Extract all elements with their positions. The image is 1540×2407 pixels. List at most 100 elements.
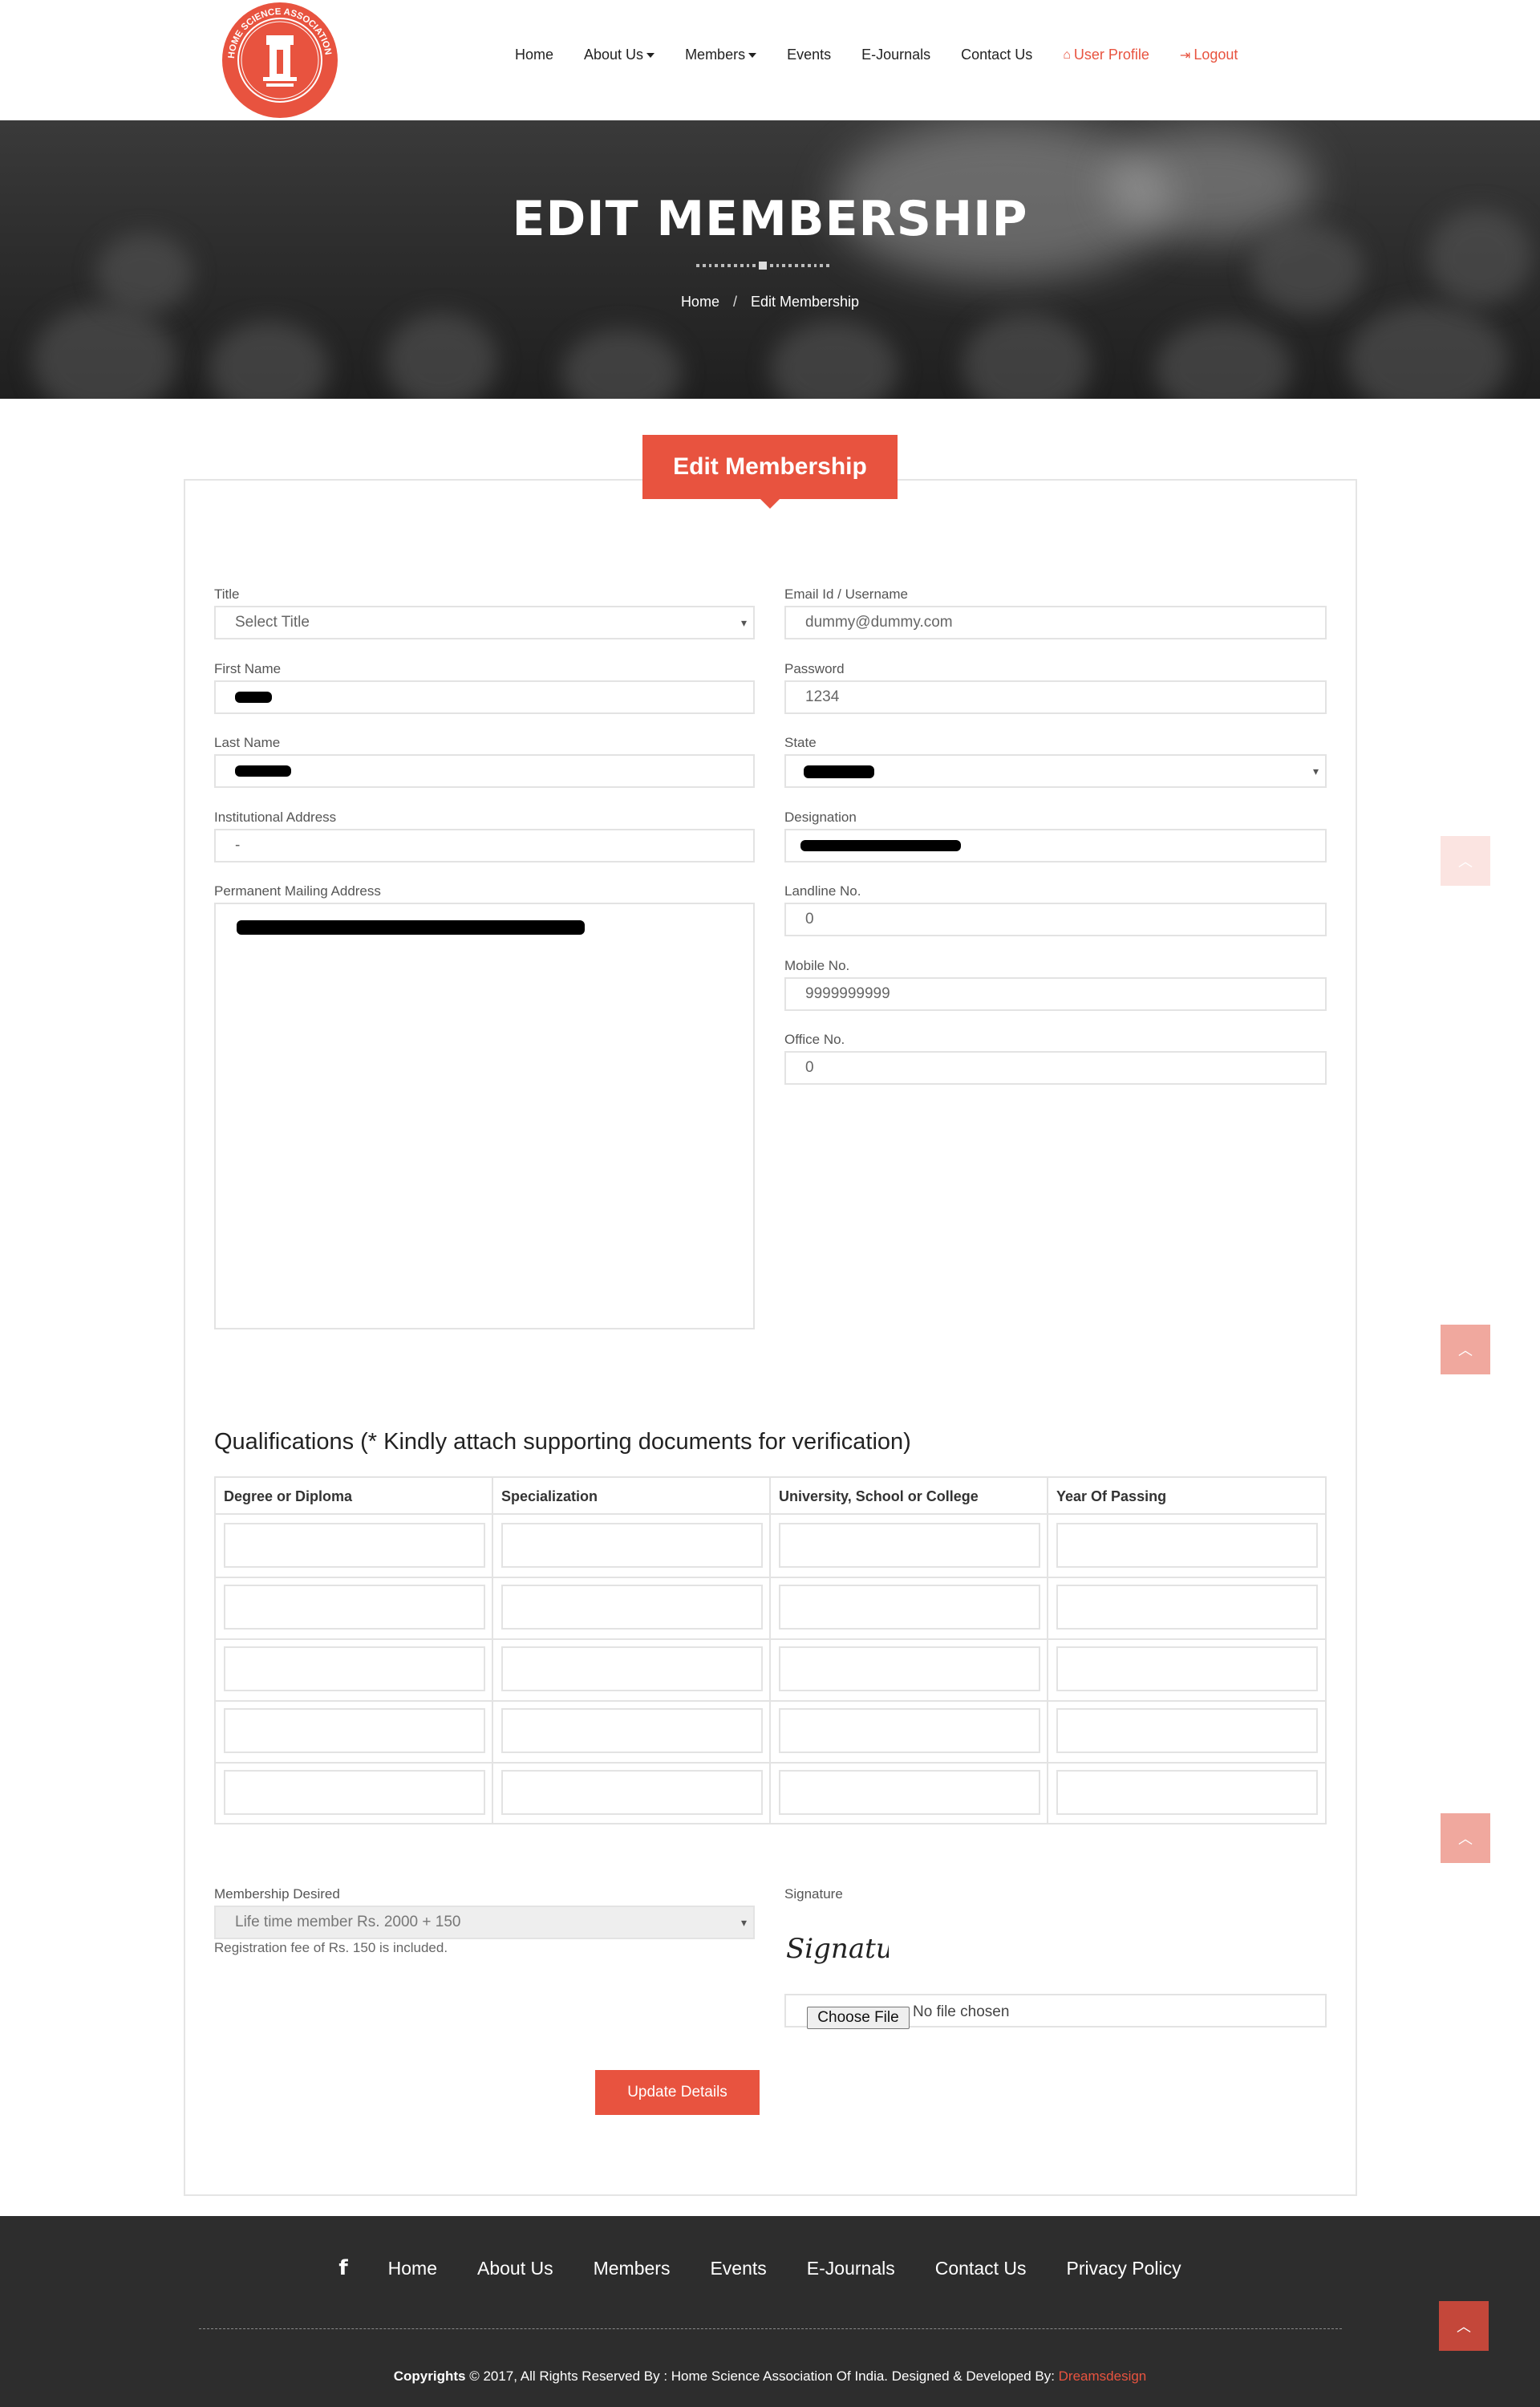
scroll-top-button[interactable]: ︿: [1441, 1813, 1490, 1863]
nav-contact[interactable]: Contact Us: [961, 47, 1032, 63]
qualification-input[interactable]: [224, 1646, 485, 1691]
redacted-value: [800, 840, 961, 851]
qualification-input[interactable]: [779, 1708, 1040, 1753]
site-logo[interactable]: HOME SCIENCE ASSOCIATION OF INDIA: [220, 0, 340, 120]
mobile-label: Mobile No.: [784, 958, 850, 973]
qualification-input[interactable]: [1056, 1708, 1318, 1753]
no-file-text: No file chosen: [913, 2003, 1010, 2020]
breadcrumb: Home / Edit Membership: [0, 294, 1540, 311]
svg-text:Signature: Signature: [786, 1933, 889, 1965]
qualification-input[interactable]: [779, 1585, 1040, 1630]
footer-link-events[interactable]: Events: [710, 2258, 766, 2279]
institutional-address-field[interactable]: -: [214, 829, 755, 863]
qualification-input[interactable]: [1056, 1646, 1318, 1691]
nav-ejournals[interactable]: E-Journals: [861, 47, 930, 63]
copyright-text: Copyrights © 2017, All Rights Reserved B…: [0, 2368, 1540, 2385]
home-icon: ⌂: [1063, 47, 1071, 62]
title-select[interactable]: Select Title: [214, 606, 755, 639]
title-label: Title: [214, 587, 240, 602]
qualifications-table: Degree or Diploma Specialization Univers…: [214, 1476, 1327, 1825]
first-name-label: First Name: [214, 661, 282, 676]
qualification-input[interactable]: [224, 1770, 485, 1815]
caret-down-icon: [646, 52, 655, 58]
designation-label: Designation: [784, 810, 857, 825]
choose-file-button[interactable]: Choose File: [807, 2007, 910, 2029]
qualification-input[interactable]: [1056, 1523, 1318, 1568]
scroll-top-button[interactable]: ︿: [1439, 2301, 1489, 2351]
qualification-input[interactable]: [501, 1646, 763, 1691]
nav-home[interactable]: Home: [515, 47, 553, 63]
mobile-field[interactable]: 9999999999: [784, 977, 1327, 1011]
caret-down-icon: [748, 52, 757, 58]
qualification-input[interactable]: [501, 1708, 763, 1753]
footer-link-home[interactable]: Home: [388, 2258, 437, 2279]
title-divider: [695, 262, 831, 270]
site-header: HOME SCIENCE ASSOCIATION OF INDIA Home A…: [0, 0, 1540, 120]
qualification-input[interactable]: [501, 1523, 763, 1568]
breadcrumb-separator: /: [732, 294, 737, 310]
institutional-address-label: Institutional Address: [214, 810, 337, 825]
hero-banner: EDIT MEMBERSHIP Home / Edit Membership: [0, 120, 1540, 399]
breadcrumb-current: Edit Membership: [751, 294, 860, 310]
page-title: EDIT MEMBERSHIP: [512, 191, 1028, 247]
nav-members[interactable]: Members: [685, 47, 757, 63]
qualification-input[interactable]: [1056, 1585, 1318, 1630]
membership-select[interactable]: Life time member Rs. 2000 + 150: [214, 1906, 755, 1939]
main-nav: Home About Us Members Events E-Journals …: [515, 47, 1268, 63]
qualification-input[interactable]: [501, 1770, 763, 1815]
nav-user-profile[interactable]: ⌂ User Profile: [1063, 47, 1149, 63]
redacted-value: [804, 765, 874, 778]
landline-label: Landline No.: [784, 883, 861, 899]
scroll-top-button[interactable]: ︿: [1441, 836, 1490, 886]
footer-link-privacy[interactable]: Privacy Policy: [1067, 2258, 1181, 2279]
last-name-field[interactable]: [214, 754, 755, 788]
signature-file-input[interactable]: Choose File No file chosen: [784, 1994, 1327, 2029]
copyright-body: © 2017, All Rights Reserved By : Home Sc…: [465, 2368, 1059, 2384]
landline-field[interactable]: 0: [784, 903, 1327, 936]
qualification-input[interactable]: [501, 1585, 763, 1630]
last-name-label: Last Name: [214, 735, 281, 750]
office-field[interactable]: 0: [784, 1051, 1327, 1085]
footer-link-members[interactable]: Members: [594, 2258, 671, 2279]
redacted-value: [237, 920, 585, 935]
qualification-input[interactable]: [224, 1523, 485, 1568]
qualification-input[interactable]: [224, 1585, 485, 1630]
update-details-button[interactable]: Update Details: [595, 2070, 760, 2115]
permanent-address-textarea[interactable]: [214, 903, 755, 1329]
qualification-input[interactable]: [779, 1646, 1040, 1691]
nav-logout-label: Logout: [1194, 47, 1238, 63]
signature-label: Signature: [784, 1886, 843, 1902]
qualification-input[interactable]: [1056, 1770, 1318, 1815]
developer-link[interactable]: Dreamsdesign: [1059, 2368, 1147, 2384]
nav-members-label: Members: [685, 47, 746, 63]
qualification-input[interactable]: [224, 1708, 485, 1753]
column-header-university: University, School or College: [771, 1478, 1048, 1515]
chevron-up-icon: ︿: [1458, 854, 1473, 870]
nav-events[interactable]: Events: [787, 47, 831, 63]
qualification-input[interactable]: [779, 1770, 1040, 1815]
nav-about[interactable]: About Us: [584, 47, 655, 63]
footer-nav: f Home About Us Members Events E-Journal…: [0, 2256, 1540, 2280]
password-field[interactable]: 1234: [784, 680, 1327, 714]
panel-title-tab: Edit Membership: [642, 435, 898, 509]
breadcrumb-home[interactable]: Home: [681, 294, 719, 310]
designation-field[interactable]: [784, 829, 1327, 863]
chevron-up-icon: ︿: [1457, 2319, 1471, 2335]
email-label: Email Id / Username: [784, 587, 908, 602]
state-select[interactable]: [784, 754, 1327, 788]
redacted-value: [235, 692, 272, 703]
email-field[interactable]: dummy@dummy.com: [784, 606, 1327, 639]
footer-link-about[interactable]: About Us: [477, 2258, 553, 2279]
footer-link-ejournals[interactable]: E-Journals: [807, 2258, 895, 2279]
chevron-up-icon: ︿: [1458, 1342, 1473, 1358]
footer-link-contact[interactable]: Contact Us: [935, 2258, 1027, 2279]
nav-logout[interactable]: ⇥ Logout: [1180, 47, 1238, 63]
qualification-input[interactable]: [779, 1523, 1040, 1568]
nav-about-label: About Us: [584, 47, 644, 63]
facebook-icon[interactable]: f: [338, 2256, 347, 2280]
permanent-address-label: Permanent Mailing Address: [214, 883, 381, 899]
site-footer: f Home About Us Members Events E-Journal…: [0, 2216, 1540, 2407]
scroll-top-button[interactable]: ︿: [1441, 1325, 1490, 1374]
sign-out-icon: ⇥: [1179, 48, 1191, 63]
first-name-field[interactable]: [214, 680, 755, 714]
